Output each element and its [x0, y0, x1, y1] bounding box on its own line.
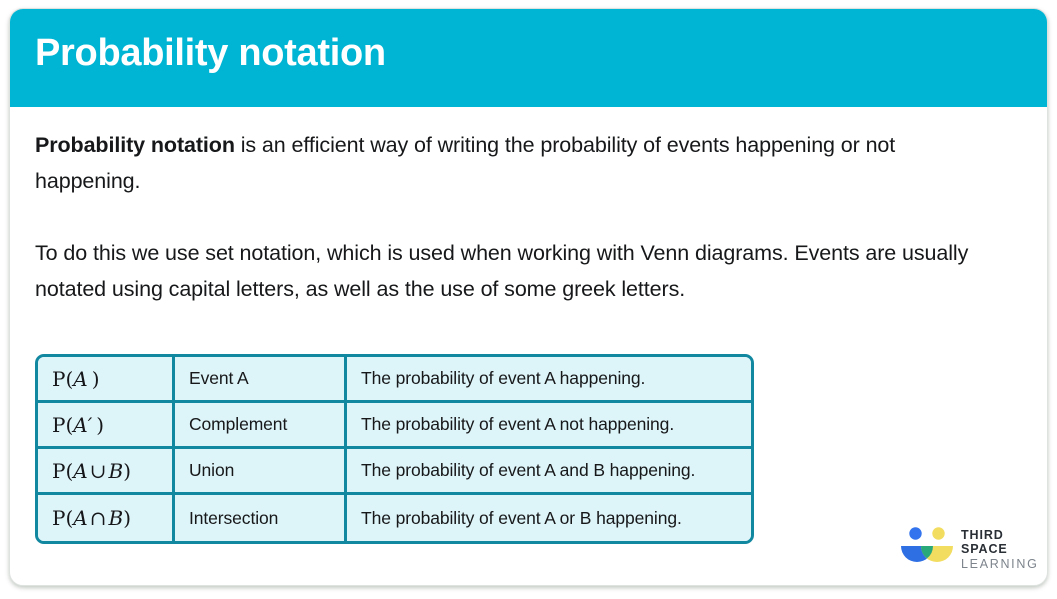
cell-name: Intersection [175, 495, 347, 541]
set-notation-paragraph: To do this we use set notation, which is… [35, 241, 969, 301]
notation-name: Intersection [189, 507, 279, 528]
notation-name: Complement [189, 414, 288, 434]
cell-name: Complement [175, 403, 347, 449]
notation-name: Union [189, 460, 235, 480]
notation-description: The probability of event A and B happeni… [361, 460, 696, 480]
table-row: P(A′) Complement The probability of even… [38, 403, 751, 449]
logo-line-2: LEARNING [961, 556, 1039, 571]
cell-description: The probability of event A or B happenin… [347, 495, 751, 541]
card-header: Probability notation [10, 9, 1047, 107]
math-notation: P(A′) [52, 412, 105, 437]
notation-description: The probability of event A or B happenin… [361, 507, 682, 528]
cell-symbol: P(A′) [38, 403, 175, 449]
cell-symbol: P(A) [38, 357, 175, 403]
intro-paragraph: Probability notation is an efficient way… [35, 127, 965, 199]
card-body: Probability notation is an efficient way… [10, 107, 1047, 585]
table-row: P(A) Event A The probability of event A … [38, 357, 751, 403]
page-title: Probability notation [35, 32, 386, 74]
logo-line-1: THIRD SPACE [961, 528, 1008, 557]
math-notation: P(A ∩ B) [52, 506, 131, 530]
cell-description: The probability of event A and B happeni… [347, 449, 751, 495]
cell-symbol: P(A ∪ B) [38, 449, 175, 495]
probability-notation-table: P(A) Event A The probability of event A … [35, 354, 754, 544]
table-row: P(A ∪ B) Union The probability of event A … [38, 449, 751, 495]
math-notation: P(A ∪ B) [52, 458, 131, 483]
cell-symbol: P(A ∩ B) [38, 495, 175, 541]
cell-description: The probability of event A not happening… [347, 403, 751, 449]
slide-canvas: Probability notation Probability notatio… [0, 0, 1057, 599]
lesson-card: Probability notation Probability notatio… [9, 8, 1048, 586]
cell-description: The probability of event A happening. [347, 357, 751, 403]
cell-name: Union [175, 449, 347, 495]
intro-paragraph-lead: Probability notation [35, 133, 235, 157]
third-space-learning-mark-icon [901, 527, 953, 562]
math-notation: P(A) [52, 366, 100, 391]
notation-description: The probability of event A happening. [361, 368, 646, 388]
brand-logo: THIRD SPACE LEARNING [899, 522, 1039, 571]
logo-wordmark: THIRD SPACE LEARNING [961, 528, 1039, 571]
cell-name: Event A [175, 357, 347, 403]
notation-description: The probability of event A not happening… [361, 414, 675, 434]
notation-name: Event A [189, 368, 249, 388]
table-row: P(A ∩ B) Intersection The probability of e… [38, 495, 751, 541]
